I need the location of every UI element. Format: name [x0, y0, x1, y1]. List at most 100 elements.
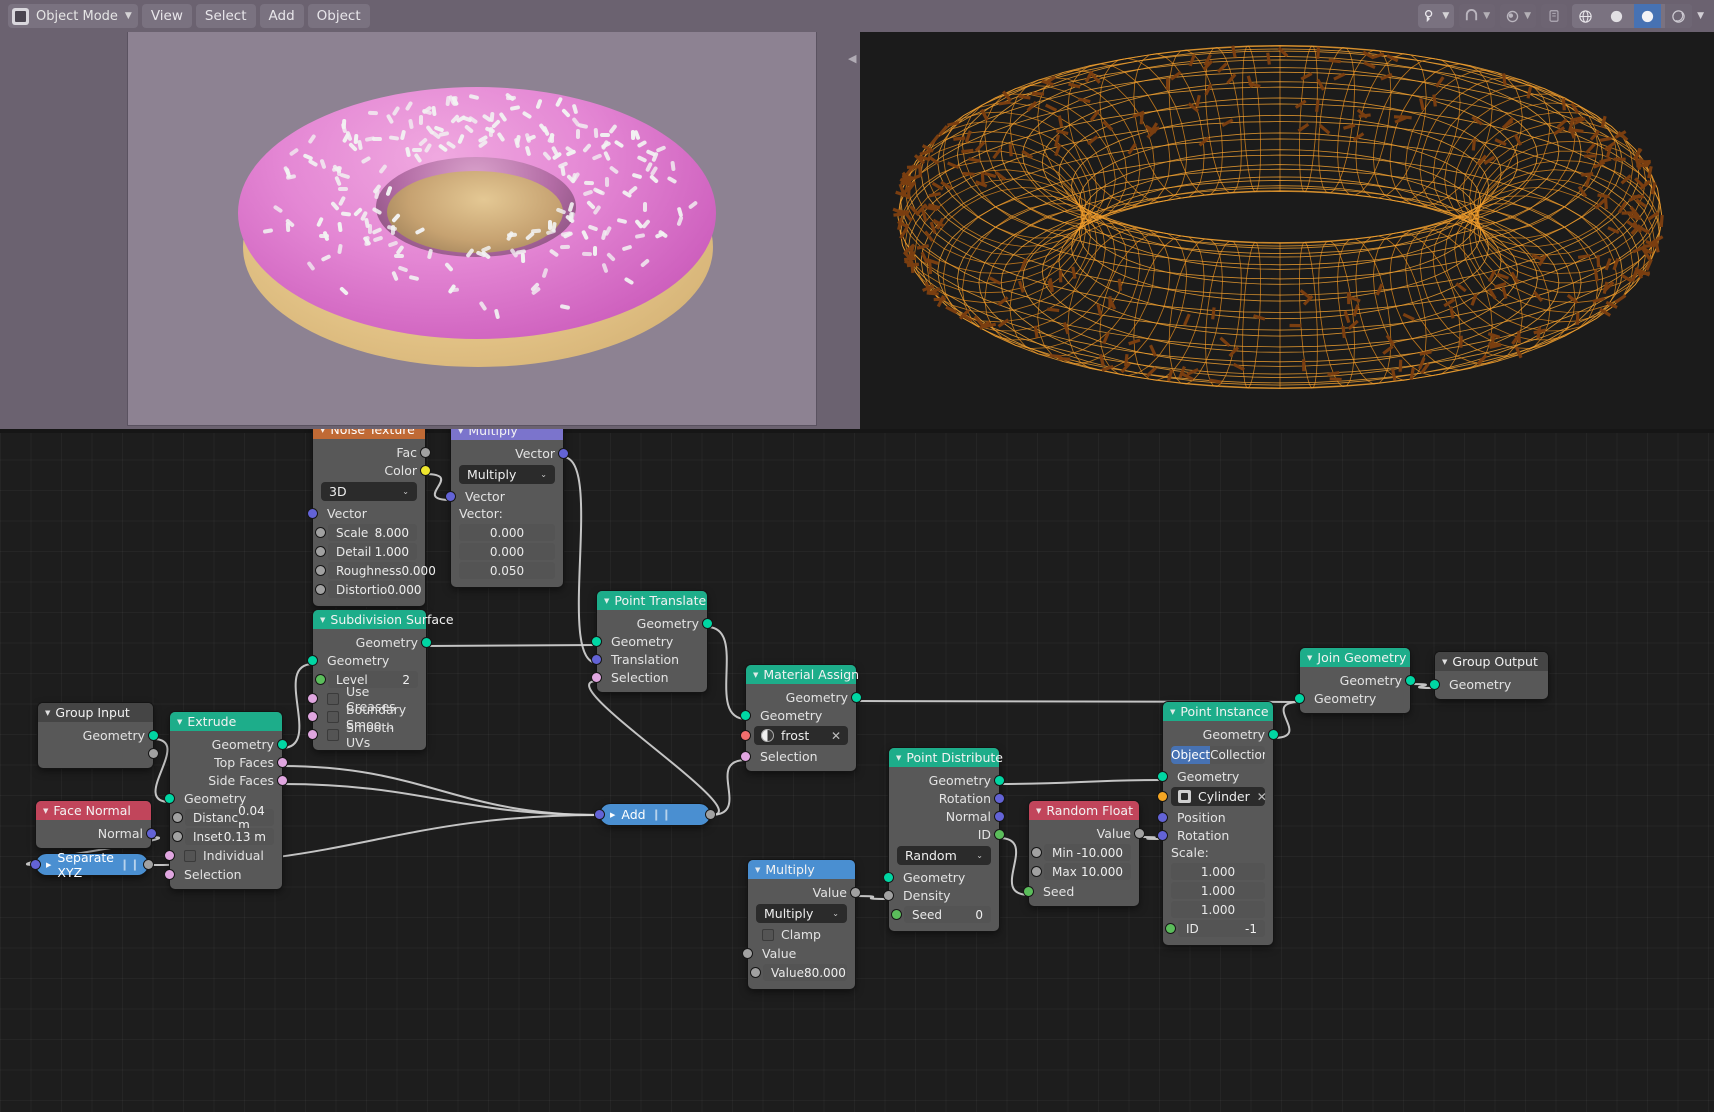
node-dropdown[interactable]: Multiply⌄	[459, 465, 555, 484]
node-socket[interactable]	[149, 749, 158, 758]
node-socket[interactable]	[173, 832, 182, 841]
node-editor-right-arrow[interactable]: ◀	[1700, 429, 1708, 430]
node-socket[interactable]	[852, 693, 861, 702]
node-socket[interactable]	[1158, 792, 1167, 801]
node-socket[interactable]	[995, 812, 1004, 821]
node-header[interactable]: ▼Noise Texture	[313, 429, 425, 439]
node-collapse-triangle[interactable]: ▼	[1036, 807, 1041, 815]
node-scalar_multiply[interactable]: ▼MultiplyValueMultiply⌄ClampValueValue80…	[748, 860, 855, 989]
checkbox-row[interactable]: Clamp	[756, 926, 847, 943]
numeric-field[interactable]: Distanc0.04 m	[185, 809, 274, 826]
close-icon[interactable]: ✕	[1257, 790, 1267, 804]
node-join_geometry[interactable]: ▼Join GeometryGeometryGeometry	[1300, 648, 1410, 713]
node-socket[interactable]	[1158, 772, 1167, 781]
menu-select[interactable]: Select	[196, 4, 256, 28]
numeric-field[interactable]: Seed0	[904, 906, 991, 923]
node-socket[interactable]	[884, 873, 893, 882]
numeric-field[interactable]: Inset0.13 m	[185, 828, 274, 845]
node-collapse-triangle[interactable]: ▼	[755, 866, 760, 874]
segment-collection[interactable]: Collection	[1210, 746, 1265, 764]
node-socket[interactable]	[316, 528, 325, 537]
numeric-field[interactable]: Scale8.000	[328, 524, 417, 541]
node-header[interactable]: ▼Group Output	[1435, 652, 1548, 671]
node-collapse-triangle[interactable]: ▼	[1442, 658, 1447, 666]
numeric-field[interactable]: Distortio0.000	[328, 581, 417, 598]
node-socket[interactable]	[1430, 680, 1439, 689]
node-socket[interactable]	[703, 619, 712, 628]
node-header[interactable]: ▼Point Distribute	[889, 748, 999, 767]
node-header[interactable]: ▼Material Assign	[746, 665, 856, 684]
node-header[interactable]: ▼Multiply	[748, 860, 855, 879]
node-socket[interactable]	[706, 810, 715, 819]
material-field[interactable]: frost✕	[754, 726, 848, 745]
node-header[interactable]: ▼Extrude	[170, 712, 282, 731]
numeric-field[interactable]: Value80.000	[763, 964, 847, 981]
node-socket[interactable]	[884, 891, 893, 900]
segment-object[interactable]: Object	[1171, 746, 1210, 764]
node-socket[interactable]	[995, 776, 1004, 785]
node-socket[interactable]	[1032, 848, 1041, 857]
node-face_normal[interactable]: ▼Face NormalNormal	[36, 801, 151, 848]
numeric-field[interactable]: ID-1	[1178, 920, 1265, 937]
node-point_distribute[interactable]: ▼Point DistributeGeometryRotationNormalI…	[889, 748, 999, 931]
node-socket[interactable]	[421, 448, 430, 457]
node-collapse-triangle[interactable]: ▼	[45, 709, 50, 717]
vector-component-field[interactable]: 1.000	[1171, 901, 1265, 918]
node-socket[interactable]	[422, 638, 431, 647]
numeric-field[interactable]: Max10.000	[1044, 863, 1131, 880]
node-socket[interactable]	[308, 694, 317, 703]
node-collapse-triangle[interactable]: ▼	[896, 754, 901, 762]
node-socket[interactable]	[1166, 924, 1175, 933]
checkbox[interactable]	[327, 693, 339, 705]
node-socket[interactable]	[1295, 694, 1304, 703]
node-socket[interactable]	[308, 509, 317, 518]
node-expand-triangle[interactable]: ▶	[46, 861, 51, 869]
node-header[interactable]: ▼Random Float	[1029, 801, 1139, 820]
wireframe-viewport[interactable]	[860, 32, 1714, 429]
node-collapse-triangle[interactable]: ▼	[458, 429, 463, 435]
node-socket[interactable]	[995, 794, 1004, 803]
node-socket[interactable]	[147, 829, 156, 838]
checkbox[interactable]	[762, 929, 774, 941]
viewport-collapse-arrow[interactable]: ◀	[848, 52, 856, 65]
checkbox-row[interactable]: Individual	[178, 847, 274, 864]
node-socket[interactable]	[316, 566, 325, 575]
node-socket[interactable]	[31, 860, 40, 869]
checkbox-row[interactable]: Smooth UVs	[321, 726, 418, 743]
node-collapse-triangle[interactable]: ▼	[604, 597, 609, 605]
node-socket[interactable]	[278, 740, 287, 749]
node-socket[interactable]	[316, 675, 325, 684]
node-socket[interactable]	[592, 637, 601, 646]
node-socket[interactable]	[149, 731, 158, 740]
vector-component-field[interactable]: 0.050	[459, 562, 555, 579]
node-socket[interactable]	[144, 860, 153, 869]
node-socket[interactable]	[278, 776, 287, 785]
snapping-dropdown[interactable]: ▼	[1459, 4, 1495, 28]
node-socket[interactable]	[278, 758, 287, 767]
node-dropdown[interactable]: Multiply⌄	[756, 904, 847, 923]
numeric-field[interactable]: Roughness0.000	[328, 562, 417, 579]
material-preview-icon[interactable]	[1634, 4, 1661, 28]
object-mode-selector[interactable]: Object Mode ▼	[8, 4, 138, 28]
node-socket[interactable]	[165, 794, 174, 803]
menu-object[interactable]: Object	[308, 4, 370, 28]
node-socket[interactable]	[1406, 676, 1415, 685]
node-socket[interactable]	[308, 656, 317, 665]
node-socket[interactable]	[595, 810, 604, 819]
vector-component-field[interactable]: 0.000	[459, 543, 555, 560]
solid-shading-icon[interactable]	[1603, 4, 1630, 28]
node-noise_texture[interactable]: ▼Noise TextureFacColor3D⌄VectorScale8.00…	[313, 429, 425, 606]
node-socket[interactable]	[592, 673, 601, 682]
vector-component-field[interactable]: 1.000	[1171, 882, 1265, 899]
node-material_assign[interactable]: ▼Material AssignGeometryGeometryfrost✕Se…	[746, 665, 856, 771]
rendered-viewport[interactable]: ◀	[0, 32, 860, 429]
visibility-dropdown[interactable]: ▼	[1418, 4, 1454, 28]
node-separate_xyz[interactable]: ▶Separate XYZ❙❙	[36, 854, 148, 875]
node-header[interactable]: ▼Group Input	[38, 703, 153, 722]
node-header[interactable]: ▼Subdivision Surface	[313, 610, 426, 629]
node-socket[interactable]	[1158, 831, 1167, 840]
node-group_output[interactable]: ▼Group OutputGeometry	[1435, 652, 1548, 699]
vector-component-field[interactable]: 1.000	[1171, 863, 1265, 880]
node-add_math[interactable]: ▶Add❙❙	[600, 804, 710, 825]
node-socket[interactable]	[892, 910, 901, 919]
